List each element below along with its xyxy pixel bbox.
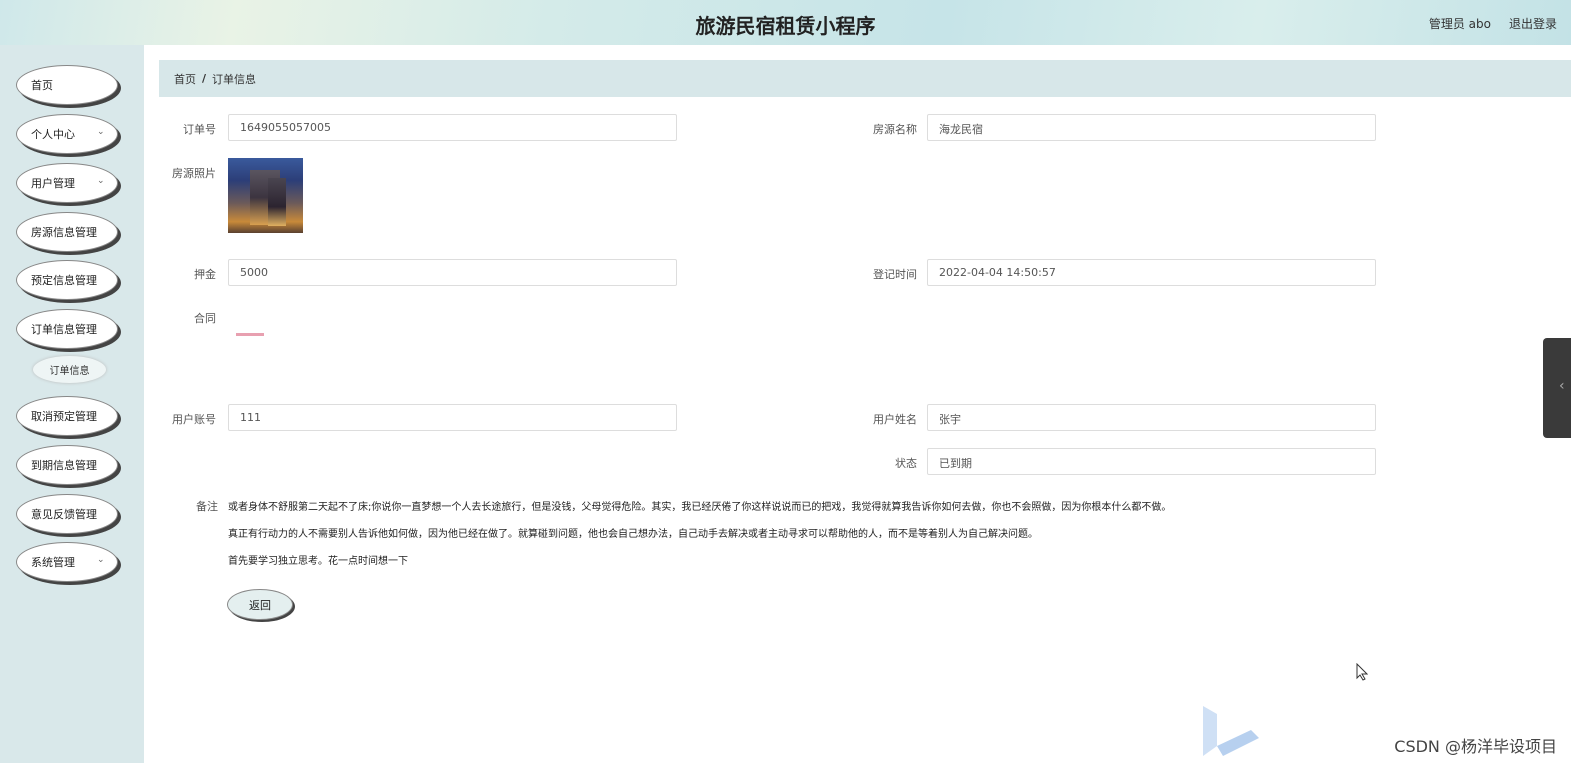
sidebar-item-label: 到期信息管理	[31, 459, 97, 472]
building-shape	[268, 178, 286, 226]
breadcrumb-current: 订单信息	[212, 72, 257, 86]
order-no-label: 订单号	[183, 123, 216, 136]
room-photo-image[interactable]	[228, 158, 303, 233]
sidebar-item-order-info[interactable]: 订单信息管理	[16, 309, 118, 349]
room-photo-label: 房源照片	[172, 167, 216, 180]
app-title: 旅游民宿租赁小程序	[695, 14, 876, 38]
deposit-label: 押金	[194, 268, 216, 281]
sidebar: 首页 个人中心 ⌄ 用户管理 ⌄ 房源信息管理 预定信息管理 订单信息管理 订单…	[0, 45, 144, 763]
mouse-cursor-icon	[1356, 663, 1368, 681]
chevron-down-icon: ⌄	[97, 555, 105, 565]
notes-label: 备注	[196, 500, 218, 513]
user-name-field[interactable]: 张宇	[927, 404, 1376, 431]
sidebar-item-booking-info[interactable]: 预定信息管理	[16, 260, 118, 300]
chevron-down-icon: ⌄	[97, 127, 105, 137]
decorative-logo-icon	[1203, 706, 1259, 756]
notes-line: 首先要学习独立思考。花一点时间想一下	[228, 556, 408, 567]
current-user-label: 管理员 abo	[1428, 17, 1491, 31]
contract-thumbnail[interactable]	[236, 333, 264, 336]
watermark-text: CSDN @杨洋毕设项目	[1394, 737, 1557, 756]
notes-line: 真正有行动力的人不需要别人告诉他如何做，因为他已经在做了。就算碰到问题，他也会自…	[228, 529, 1038, 540]
deposit-field[interactable]: 5000	[228, 259, 677, 286]
room-name-field[interactable]: 海龙民宿	[927, 114, 1376, 141]
status-field[interactable]: 已到期	[927, 448, 1376, 475]
breadcrumb: 首页 / 订单信息	[159, 60, 1571, 97]
sidebar-item-label: 首页	[31, 79, 53, 92]
sidebar-item-label: 用户管理	[31, 177, 75, 190]
logout-link[interactable]: 退出登录	[1509, 15, 1557, 32]
sidebar-item-label: 预定信息管理	[31, 274, 97, 287]
top-header: 旅游民宿租赁小程序 管理员 abo 退出登录	[0, 0, 1571, 45]
user-account-field[interactable]: 111	[228, 404, 677, 431]
sidebar-item-feedback[interactable]: 意见反馈管理	[16, 494, 118, 534]
notes-line: 或者身体不舒服第二天起不了床;你说你一直梦想一个人去长途旅行，但是没钱，父母觉得…	[228, 502, 1172, 513]
sidebar-item-expiry-info[interactable]: 到期信息管理	[16, 445, 118, 485]
sidebar-item-label: 个人中心	[31, 128, 75, 141]
breadcrumb-home[interactable]: 首页	[174, 71, 196, 87]
sidebar-item-label: 系统管理	[31, 556, 75, 569]
user-name-label: 用户姓名	[873, 413, 917, 426]
status-label: 状态	[895, 457, 917, 470]
user-account-label: 用户账号	[172, 413, 216, 426]
side-panel-toggle[interactable]: ‹	[1543, 338, 1571, 438]
sidebar-item-system[interactable]: 系统管理 ⌄	[16, 542, 118, 582]
sidebar-item-room-info[interactable]: 房源信息管理	[16, 212, 118, 252]
sidebar-item-cancel-booking[interactable]: 取消预定管理	[16, 396, 118, 436]
register-time-field[interactable]: 2022-04-04 14:50:57	[927, 259, 1376, 286]
order-no-field[interactable]: 1649055057005	[228, 114, 677, 141]
submenu-item-label: 订单信息	[49, 366, 90, 377]
sidebar-item-label: 房源信息管理	[31, 226, 97, 239]
sidebar-item-label: 订单信息管理	[31, 323, 97, 336]
sidebar-item-user-management[interactable]: 用户管理 ⌄	[16, 163, 118, 203]
submenu-item-order-info[interactable]: 订单信息	[33, 356, 106, 383]
register-time-label: 登记时间	[873, 268, 917, 281]
sidebar-item-label: 取消预定管理	[31, 410, 97, 423]
room-name-label: 房源名称	[873, 123, 917, 136]
chevron-left-icon: ‹	[1559, 378, 1565, 394]
back-button[interactable]: 返回	[227, 589, 293, 620]
sidebar-item-home[interactable]: 首页	[16, 65, 118, 105]
sidebar-item-personal-center[interactable]: 个人中心 ⌄	[16, 114, 118, 154]
contract-label: 合同	[194, 312, 216, 325]
sidebar-item-label: 意见反馈管理	[31, 508, 97, 521]
chevron-down-icon: ⌄	[97, 176, 105, 186]
breadcrumb-separator: /	[202, 72, 207, 85]
